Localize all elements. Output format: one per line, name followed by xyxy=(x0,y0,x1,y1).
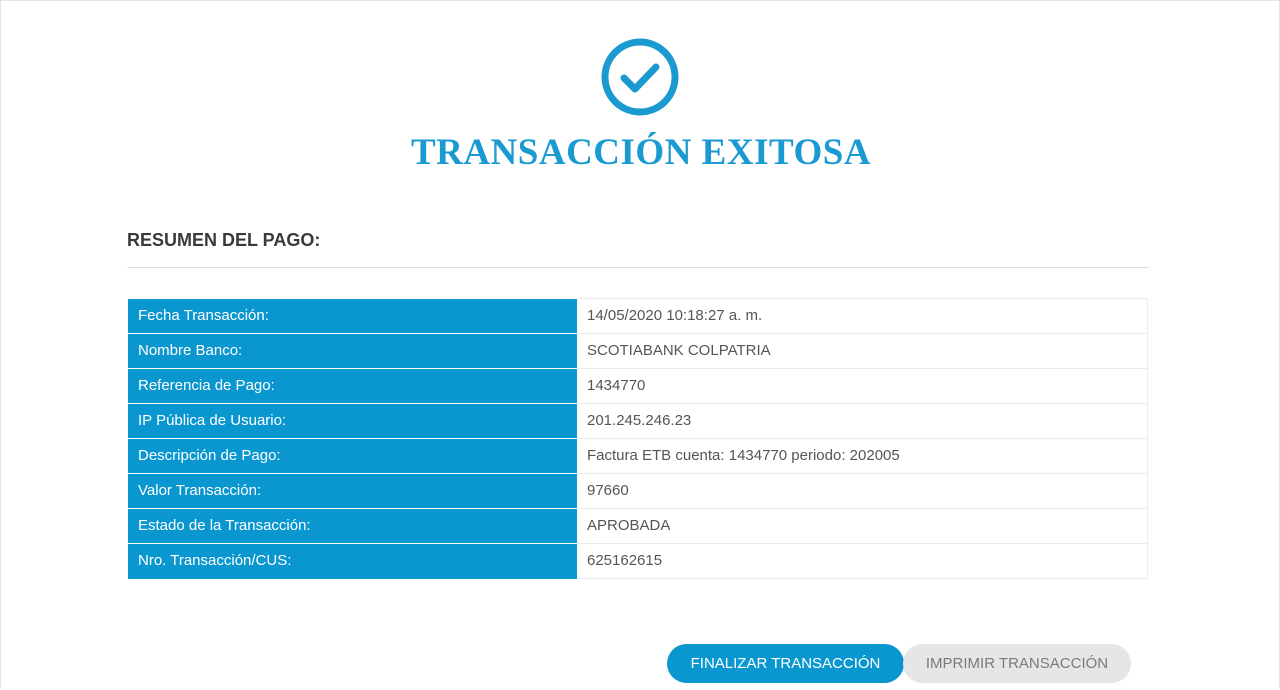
row-value: SCOTIABANK COLPATRIA xyxy=(577,333,1148,369)
table-row: Nombre Banco: SCOTIABANK COLPATRIA xyxy=(128,333,1148,369)
table-row: Valor Transacción: 97660 xyxy=(128,473,1148,509)
table-row: IP Pública de Usuario: 201.245.246.23 xyxy=(128,403,1148,439)
row-label: Valor Transacción: xyxy=(128,473,577,509)
check-circle-icon xyxy=(601,38,679,116)
row-value: 625162615 xyxy=(577,543,1148,579)
row-label: Descripción de Pago: xyxy=(128,438,577,474)
page-container: TRANSACCIÓN EXITOSA RESUMEN DEL PAGO: Fe… xyxy=(0,0,1280,689)
finish-transaction-button[interactable]: FINALIZAR TRANSACCIÓN xyxy=(667,644,904,683)
table-row: Referencia de Pago: 1434770 xyxy=(128,368,1148,404)
row-value: APROBADA xyxy=(577,508,1148,544)
table-row: Nro. Transacción/CUS: 625162615 xyxy=(128,543,1148,579)
section-heading: RESUMEN DEL PAGO: xyxy=(127,230,321,250)
payment-summary-table: Fecha Transacción: 14/05/2020 10:18:27 a… xyxy=(128,298,1148,579)
row-value: 97660 xyxy=(577,473,1148,509)
table-row: Fecha Transacción: 14/05/2020 10:18:27 a… xyxy=(128,298,1148,334)
row-label: Nombre Banco: xyxy=(128,333,577,369)
row-label: Referencia de Pago: xyxy=(128,368,577,404)
row-label: IP Pública de Usuario: xyxy=(128,403,577,439)
divider xyxy=(127,267,1149,268)
row-label: Estado de la Transacción: xyxy=(128,508,577,544)
print-transaction-button[interactable]: IMPRIMIR TRANSACCIÓN xyxy=(903,644,1131,683)
row-value: 14/05/2020 10:18:27 a. m. xyxy=(577,298,1148,334)
row-label: Fecha Transacción: xyxy=(128,298,577,334)
row-value: 201.245.246.23 xyxy=(577,403,1148,439)
table-row: Estado de la Transacción: APROBADA xyxy=(128,508,1148,544)
page-title: TRANSACCIÓN EXITOSA xyxy=(410,132,872,173)
row-value: Factura ETB cuenta: 1434770 periodo: 202… xyxy=(577,438,1148,474)
row-value: 1434770 xyxy=(577,368,1148,404)
row-label: Nro. Transacción/CUS: xyxy=(128,543,577,579)
table-row: Descripción de Pago: Factura ETB cuenta:… xyxy=(128,438,1148,474)
